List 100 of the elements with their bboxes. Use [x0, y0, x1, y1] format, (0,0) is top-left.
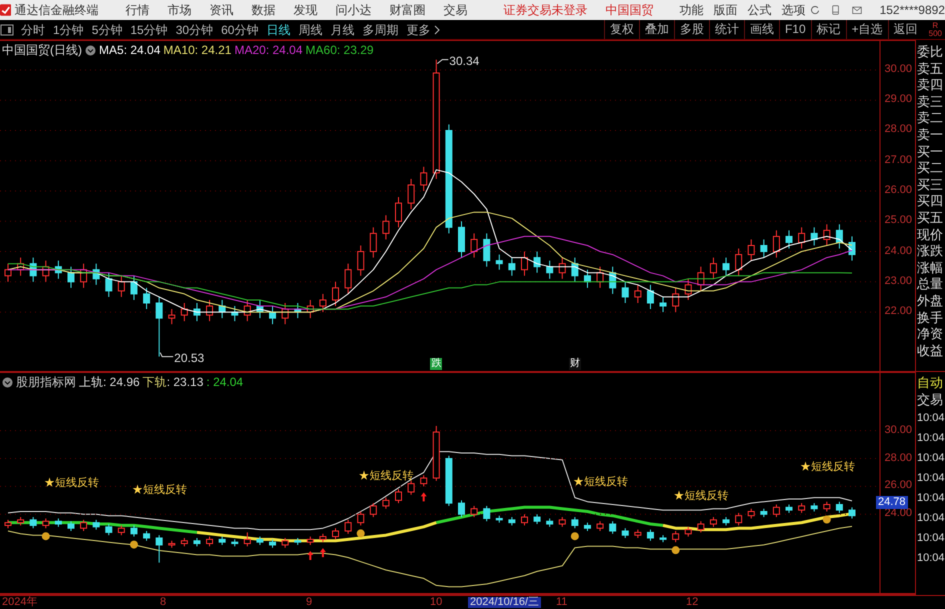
trade-time: 10:04: [916, 431, 945, 446]
candlestick: [697, 520, 704, 533]
candlestick: [105, 524, 112, 536]
axis-label: 30.00: [883, 64, 912, 75]
candlestick: [520, 251, 528, 276]
coin-icon: [672, 546, 680, 554]
menu-item[interactable]: 功能: [674, 1, 708, 19]
candlestick: [798, 502, 806, 514]
toolbar-button[interactable]: 叠加: [638, 20, 674, 39]
trade-time: 10:04: [916, 491, 945, 506]
candlestick: [395, 196, 402, 228]
candlestick: [420, 474, 428, 487]
r-count-label: 500: [928, 30, 942, 38]
candlestick: [130, 275, 138, 300]
menu-item[interactable]: 发现: [284, 1, 326, 19]
panel-toggle-icon[interactable]: [0, 24, 14, 36]
candlestick: [370, 226, 377, 258]
candlestick: [722, 257, 730, 276]
candlestick: [508, 257, 516, 276]
dropdown-circle-icon[interactable]: [85, 44, 96, 56]
period-tab[interactable]: 日线: [262, 20, 294, 38]
candlestick: [735, 512, 742, 526]
date-axis-label: 11: [556, 597, 568, 608]
date-axis-label: 2024/10/16/三: [468, 597, 542, 608]
period-tab[interactable]: 15分钟: [126, 20, 172, 38]
menu-item[interactable]: 行情: [116, 1, 158, 19]
candlestick: [710, 257, 717, 280]
high-price-label: 30.34: [449, 54, 480, 67]
toolbar-button[interactable]: 复权: [604, 20, 639, 39]
date-axis-label: 2024年: [2, 597, 38, 608]
up-arrow-icon: [420, 492, 427, 502]
period-tab[interactable]: 分时: [17, 20, 49, 38]
trade-time: 10:04: [916, 531, 945, 546]
period-tab[interactable]: 1分钟: [49, 20, 88, 38]
candlestick: [332, 528, 340, 540]
menu-item[interactable]: 问小达: [326, 1, 380, 19]
r-label: R: [932, 22, 938, 30]
toolbar-button[interactable]: 统计: [708, 20, 744, 39]
candlestick: [344, 519, 352, 534]
axis-label: 22.00: [883, 306, 912, 318]
candlestick: [710, 516, 717, 528]
quote-field-label: 卖三: [916, 94, 944, 110]
candlestick: [483, 232, 490, 268]
chevron-right-icon[interactable]: [434, 24, 440, 34]
app-logo-icon: [0, 2, 12, 18]
candlestick: [370, 502, 377, 518]
menu-item[interactable]: 交易: [434, 1, 476, 19]
period-tab[interactable]: 多周期: [358, 20, 402, 38]
menu-item[interactable]: 版面: [708, 1, 742, 19]
current-value-label: 24.78: [876, 496, 908, 510]
candlestick: [168, 308, 176, 325]
trade-label[interactable]: 交易: [916, 392, 945, 408]
toolbar-button[interactable]: 标记: [810, 20, 846, 39]
account-number[interactable]: 152****9892: [880, 1, 945, 19]
candlestick: [760, 238, 768, 258]
phone-icon[interactable]: [832, 3, 840, 17]
candlestick: [646, 529, 654, 542]
candlestick: [836, 501, 843, 514]
period-tab[interactable]: 更多: [402, 20, 434, 38]
candlestick: [130, 524, 138, 538]
candlestick: [748, 508, 755, 519]
legend-value: : 24.21: [194, 44, 232, 56]
candlestick: [395, 488, 402, 504]
candlestick: [92, 519, 100, 530]
legend-value: : 23.29: [336, 44, 374, 56]
toolbar-button[interactable]: +自选: [846, 20, 888, 39]
period-tab[interactable]: 5分钟: [88, 20, 126, 38]
toolbar-button[interactable]: 多股: [674, 20, 709, 39]
menu-item[interactable]: 公式: [742, 1, 776, 19]
login-status[interactable]: 证券交易未登录: [494, 1, 596, 19]
mail-icon[interactable]: [852, 4, 862, 16]
candlestick: [180, 302, 188, 322]
toolbar-button[interactable]: 画线: [744, 20, 779, 39]
period-tab[interactable]: 60分钟: [217, 20, 262, 38]
toolbar-button[interactable]: F10: [778, 20, 811, 39]
menu-item[interactable]: 数据: [242, 1, 284, 19]
period-tab[interactable]: 周线: [294, 20, 326, 38]
legend-label: MA60: [306, 44, 337, 56]
menu-item[interactable]: 财富圈: [380, 1, 434, 19]
low-price-label: 20.53: [174, 352, 204, 364]
refresh-icon[interactable]: [810, 3, 820, 17]
date-axis-label: 9: [306, 597, 312, 608]
candlestick: [558, 516, 566, 528]
candlestick: [672, 530, 680, 543]
candlestick: [748, 238, 755, 262]
menu-item[interactable]: 选项: [776, 1, 810, 19]
period-tab[interactable]: 30分钟: [172, 20, 218, 38]
menu-item[interactable]: 市场: [158, 1, 200, 19]
candlestick: [156, 296, 163, 358]
toolbar-button[interactable]: 返回: [888, 20, 923, 39]
candlestick: [382, 214, 390, 240]
candlestick: [408, 480, 415, 496]
candlestick: [382, 497, 390, 510]
axis-label: 28.00: [883, 124, 912, 136]
quote-field-label: 买四: [916, 193, 944, 210]
candlestick: [30, 516, 37, 529]
axis-label: 24.00: [883, 246, 912, 257]
menu-item[interactable]: 资讯: [200, 1, 242, 19]
period-tab[interactable]: 月线: [326, 20, 358, 38]
dropdown-circle-icon[interactable]: [2, 376, 13, 388]
